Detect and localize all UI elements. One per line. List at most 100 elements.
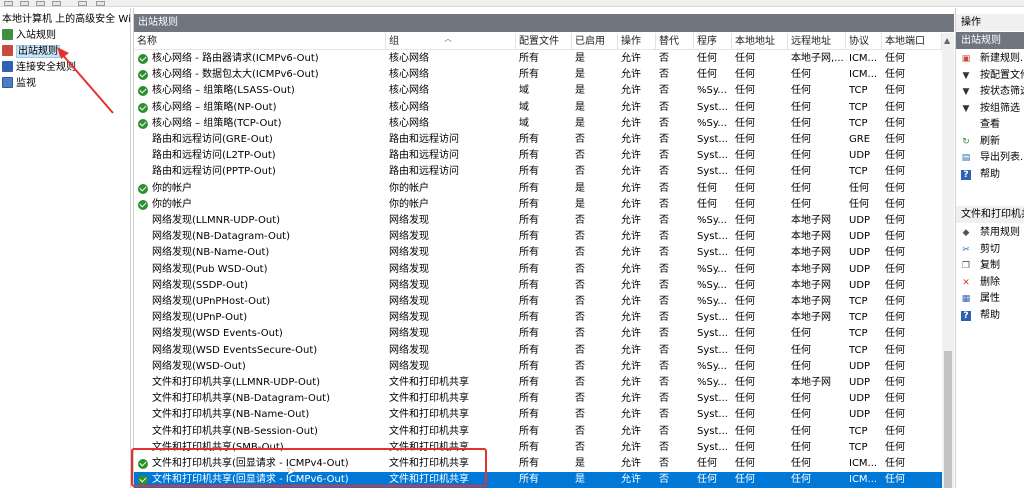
action-item[interactable]: ▼ 按组筛选 (956, 101, 1024, 117)
table-row[interactable]: 网络发现(WSD Events-Out) 网络发现 所有 否 允许 否 Syst... 任何 任… (134, 326, 942, 342)
action-item-label: 复制 (980, 260, 1000, 271)
cell-local-address: 任何 (735, 117, 755, 129)
cell-name: 网络发现(NB-Name-Out) (152, 247, 270, 259)
column-header-local-address[interactable]: 本地地址 (732, 33, 788, 50)
table-row[interactable]: 文件和打印机共享(NB-Name-Out) 文件和打印机共享 所有 否 允许 否 Syst.… (134, 407, 942, 423)
cell-program: %Sy... (697, 360, 727, 372)
column-header-remote-address[interactable]: 远程地址 (788, 33, 846, 50)
cell-enabled: 是 (575, 458, 585, 469)
table-row[interactable]: 你的帐户 你的帐户 所有 是 允许 否 任何 任何 任何 任何 任何 (134, 197, 942, 213)
cell-enabled: 否 (575, 377, 585, 388)
action-item[interactable]: ✕ 删除 (956, 275, 1024, 291)
cell-local-address: 任何 (735, 474, 755, 486)
vertical-scrollbar[interactable]: ▲ (942, 33, 954, 488)
cell-group: 核心网络 (389, 101, 429, 113)
table-row[interactable]: 网络发现(UPnPHost-Out) 网络发现 所有 否 允许 否 %Sy... 任何 本地子网… (134, 294, 942, 310)
actions-section-outbound[interactable]: 出站规则 (956, 32, 1024, 49)
cell-program: Syst... (697, 166, 728, 178)
mouse-cursor-icon: ➤ (286, 464, 297, 478)
table-row[interactable]: 你的帐户 你的帐户 所有 是 允许 否 任何 任何 任何 任何 任何 (134, 181, 942, 197)
table-row[interactable]: 网络发现(Pub WSD-Out) 网络发现 所有 否 允许 否 %Sy... 任何 本地子网 U… (134, 262, 942, 278)
column-header-name[interactable]: 名称 (134, 33, 386, 50)
cell-action: 允许 (621, 360, 641, 372)
action-item[interactable]: ▦ 属性 (956, 291, 1024, 307)
table-row[interactable]: 文件和打印机共享(NB-Datagram-Out) 文件和打印机共享 所有 否 允许 否 S… (134, 391, 942, 407)
cell-group: 核心网络 (389, 69, 429, 81)
table-row[interactable]: 路由和远程访问(L2TP-Out) 路由和远程访问 所有 否 允许 否 Syst... 任何 任… (134, 148, 942, 164)
cell-enabled: 是 (575, 101, 585, 113)
table-row[interactable]: 路由和远程访问(PPTP-Out) 路由和远程访问 所有 否 允许 否 Syst... 任何 任… (134, 164, 942, 180)
cell-local-address: 任何 (735, 53, 755, 64)
toolbar-icon[interactable] (96, 1, 105, 6)
tree-item-inbound-rules[interactable]: 入站规则 (2, 28, 56, 43)
action-item[interactable]: ? 帮助 (956, 308, 1024, 324)
action-item[interactable]: ✂ 剪切 (956, 242, 1024, 258)
table-row[interactable]: 核心网络 - 路由器请求(ICMPv6-Out) 核心网络 所有 是 允许 否 任何 任何 本地… (134, 51, 942, 67)
toolbar-icon[interactable] (4, 1, 13, 6)
cell-profile: 域 (519, 85, 529, 97)
table-row[interactable]: 网络发现(WSD-Out) 网络发现 所有 否 允许 否 %Sy... 任何 任何 UDP 任何 (134, 359, 942, 375)
table-row[interactable]: 网络发现(UPnP-Out) 网络发现 所有 否 允许 否 Syst... 任何 本地子网 TCP… (134, 310, 942, 326)
scroll-up-icon[interactable]: ▲ (944, 36, 950, 45)
tree-root[interactable]: 本地计算机 上的高级安全 Wind (2, 12, 130, 27)
scrollbar-thumb[interactable] (944, 351, 952, 488)
cell-enabled: 否 (575, 247, 585, 259)
column-header-protocol[interactable]: 协议 (846, 33, 882, 50)
cell-local-port: 任何 (885, 101, 905, 113)
action-item[interactable]: ? 帮助 (956, 167, 1024, 183)
toolbar-icon[interactable] (78, 1, 87, 6)
action-item[interactable]: ▣ 新建规则... (956, 51, 1024, 67)
table-row[interactable]: 网络发现(NB-Datagram-Out) 网络发现 所有 否 允许 否 Syst... 任何… (134, 229, 942, 245)
table-row[interactable]: 文件和打印机共享(NB-Session-Out) 文件和打印机共享 所有 否 允许 否 Sy… (134, 424, 942, 440)
toolbar-icon[interactable] (52, 1, 61, 6)
action-item[interactable]: ◆ 禁用规则 (956, 225, 1024, 241)
table-row[interactable]: 网络发现(NB-Name-Out) 网络发现 所有 否 允许 否 Syst... 任何 本地子网… (134, 245, 942, 261)
action-item[interactable]: ▼ 按配置文件筛选 (956, 68, 1024, 84)
table-row[interactable]: 文件和打印机共享(LLMNR-UDP-Out) 文件和打印机共享 所有 否 允许 否 %Sy… (134, 375, 942, 391)
toolbar-icon[interactable] (20, 1, 29, 6)
column-header-action[interactable]: 操作 (618, 33, 656, 50)
column-header-program[interactable]: 程序 (694, 33, 732, 50)
action-item[interactable]: ❐ 复制 (956, 258, 1024, 274)
cell-enabled: 否 (575, 296, 585, 307)
filter-icon: ▼ (962, 87, 970, 97)
table-row[interactable]: 核心网络 – 组策略(NP-Out) 核心网络 域 是 允许 否 Syst... 任何 任何 TC… (134, 100, 942, 116)
action-item[interactable]: 查看 (956, 117, 1024, 133)
cell-profile: 所有 (519, 296, 539, 307)
cell-remote-address: 任何 (791, 360, 811, 372)
cell-program: %Sy... (697, 279, 727, 291)
cell-program: 任何 (697, 69, 717, 81)
cell-remote-address: 本地子网,... (791, 53, 844, 64)
cell-profile: 域 (519, 101, 529, 113)
column-header-profile[interactable]: 配置文件 (516, 33, 572, 50)
table-row[interactable]: 网络发现(LLMNR-UDP-Out) 网络发现 所有 否 允许 否 %Sy... 任何 本地子… (134, 213, 942, 229)
cell-protocol: UDP (849, 263, 871, 275)
table-row[interactable]: 核心网络 – 组策略(LSASS-Out) 核心网络 域 是 允许 否 %Sy... 任何 任何… (134, 83, 942, 99)
cell-protocol: UDP (849, 377, 871, 388)
table-row[interactable]: 网络发现(WSD EventsSecure-Out) 网络发现 所有 否 允许 否 Syst… (134, 343, 942, 359)
cell-group: 文件和打印机共享 (389, 393, 469, 405)
cell-name: 文件和打印机共享(NB-Datagram-Out) (152, 393, 330, 405)
table-row[interactable]: 网络发现(SSDP-Out) 网络发现 所有 否 允许 否 %Sy... 任何 本地子网 UDP 任… (134, 278, 942, 294)
tree-item-outbound-rules[interactable]: 出站规则 (2, 44, 60, 59)
column-header-override[interactable]: 替代 (656, 33, 694, 50)
column-header-local-port[interactable]: 本地端口 (882, 33, 942, 50)
action-item[interactable]: ↻ 刷新 (956, 134, 1024, 150)
cell-protocol: ICM... (849, 53, 878, 64)
tree-item-monitor[interactable]: 监视 (2, 76, 36, 91)
table-row[interactable]: 核心网络 – 组策略(TCP-Out) 核心网络 域 是 允许 否 %Sy... 任何 任何 TC… (134, 116, 942, 132)
cell-remote-address: 本地子网 (791, 377, 831, 388)
cell-action: 允许 (621, 247, 641, 259)
cell-name: 你的帐户 (152, 198, 192, 210)
cell-local-port: 任何 (885, 263, 905, 275)
table-row[interactable]: 核心网络 - 数据包太大(ICMPv6-Out) 核心网络 所有 是 允许 否 任何 任何 任何… (134, 67, 942, 83)
column-header-enabled[interactable]: 已启用 (572, 33, 618, 50)
cell-protocol: UDP (849, 393, 871, 405)
action-item[interactable]: ▤ 导出列表... (956, 150, 1024, 166)
action-item[interactable]: ▼ 按状态筛选 (956, 84, 1024, 100)
table-row[interactable]: 路由和远程访问(GRE-Out) 路由和远程访问 所有 否 允许 否 Syst... 任何 任何… (134, 132, 942, 148)
cell-local-port: 任何 (885, 69, 905, 81)
actions-section-selected[interactable]: 文件和打印机共享 (956, 206, 1024, 223)
toolbar-icon[interactable] (36, 1, 45, 6)
cell-remote-address: 任何 (791, 150, 811, 162)
